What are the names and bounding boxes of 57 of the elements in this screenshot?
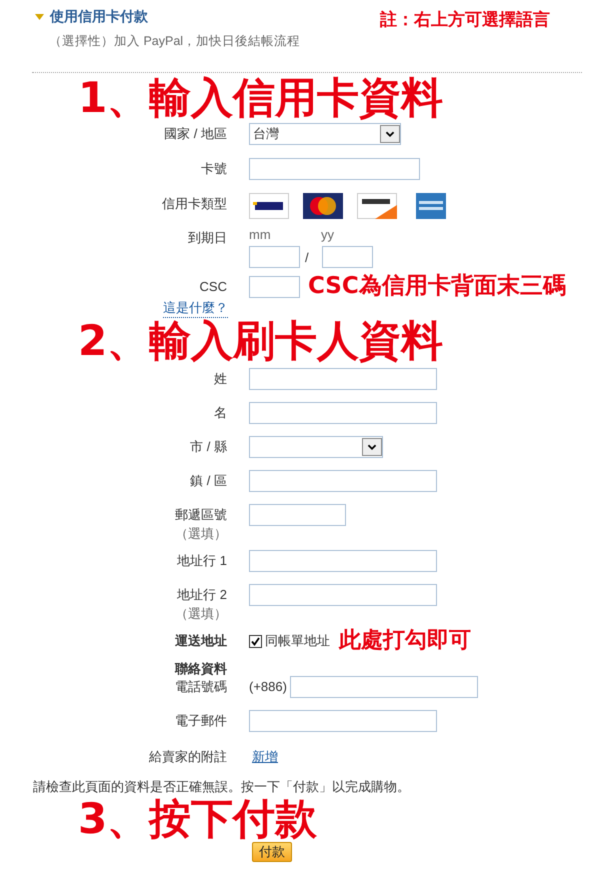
- field-label: 名: [214, 404, 227, 422]
- email-field[interactable]: [249, 710, 437, 732]
- checkbox-label: 同帳單地址: [265, 632, 330, 650]
- annotation-text: 2、輸入刷卡人資料: [78, 320, 444, 362]
- phone-field[interactable]: [290, 676, 478, 698]
- field-label: 聯絡資料: [175, 660, 227, 678]
- annotation-note: 註：右上方可選擇語言: [380, 9, 550, 31]
- field-label: 信用卡類型: [162, 195, 227, 213]
- field-label: 到期日: [188, 229, 227, 247]
- confirmation-text: 請檢查此頁面的資料是否正確無誤。按一下「付款」以完成購物。: [33, 778, 411, 796]
- field-label: 市 / 縣: [190, 438, 227, 456]
- field-label: 地址行 1: [177, 552, 227, 570]
- card-logo: [249, 193, 289, 219]
- csc-field[interactable]: [249, 276, 300, 298]
- help-link[interactable]: 這是什麼？: [163, 299, 228, 318]
- annotation-text: 1、輸入信用卡資料: [78, 77, 444, 119]
- pay-button[interactable]: 付款: [252, 842, 292, 862]
- checkbox[interactable]: [249, 634, 262, 648]
- field-label: 姓: [214, 370, 227, 388]
- input-field[interactable]: [249, 550, 437, 572]
- year-hint: yy: [321, 227, 335, 242]
- section-title: 使用信用卡付款: [50, 8, 148, 26]
- country-select[interactable]: 台灣: [249, 123, 401, 145]
- annotation-text: 此處打勾即可: [339, 630, 471, 652]
- year-field[interactable]: [322, 246, 373, 268]
- dropdown-icon[interactable]: [380, 125, 400, 143]
- annotation-text: CSC為信用卡背面末三碼: [308, 275, 566, 298]
- input-field[interactable]: [249, 470, 437, 492]
- select-field[interactable]: [249, 436, 383, 458]
- field-label: 給賣家的附註: [149, 748, 227, 766]
- field-label: 鎮 / 區: [190, 472, 227, 490]
- card-logo: [357, 193, 397, 219]
- collapse-triangle-icon[interactable]: [35, 14, 44, 20]
- input-field[interactable]: [249, 402, 437, 424]
- field-label: 電話號碼: [175, 678, 227, 696]
- field-label: 運送地址: [175, 632, 227, 650]
- card-logo: [303, 193, 343, 219]
- field-label: CSC: [200, 278, 227, 296]
- optional-note: （選填）: [175, 526, 227, 542]
- month-hint: mm: [249, 227, 272, 242]
- add-link[interactable]: 新增: [252, 746, 278, 768]
- field-label: 地址行 2: [177, 586, 227, 604]
- date-separator: /: [305, 250, 309, 264]
- field-label: 郵遞區號: [175, 506, 227, 524]
- input-field[interactable]: [249, 368, 437, 390]
- section-subtitle: （選擇性）加入 PayPal，加快日後結帳流程: [49, 33, 302, 50]
- field-label: 國家 / 地區: [164, 125, 227, 143]
- input-field[interactable]: [249, 584, 437, 606]
- optional-note: （選填）: [175, 606, 227, 622]
- phone-prefix: (+886): [249, 678, 287, 696]
- annotation-text: 3、按下付款: [78, 798, 318, 840]
- month-field[interactable]: [249, 246, 300, 268]
- field-label: 卡號: [201, 160, 227, 178]
- field-label: 電子郵件: [175, 712, 227, 730]
- card-number-field[interactable]: [249, 158, 420, 180]
- input-field[interactable]: [249, 504, 346, 526]
- dropdown-icon[interactable]: [362, 438, 382, 456]
